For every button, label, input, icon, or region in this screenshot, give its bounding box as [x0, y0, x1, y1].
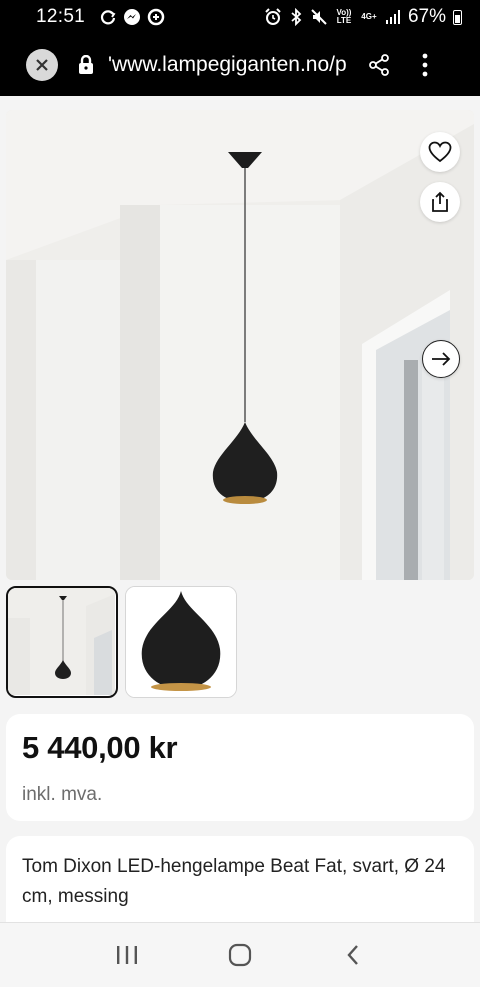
- volte-indicator: Vo)) LTE: [336, 8, 352, 25]
- battery-icon: [453, 9, 462, 25]
- status-system-icons: Vo)) LTE 4G+ 67%: [264, 6, 462, 28]
- gallery-thumbnail-2[interactable]: [125, 586, 237, 698]
- mute-icon: [311, 9, 327, 25]
- product-title-card: Tom Dixon LED-hengelampe Beat Fat, svart…: [6, 836, 474, 922]
- status-notification-icons: [99, 8, 165, 26]
- battery-percent: 67%: [407, 6, 446, 27]
- thumbnail-lamp-product: [126, 587, 236, 697]
- network-4g-indicator: 4G+: [361, 12, 377, 21]
- status-time: 12:51: [36, 6, 86, 27]
- thumbnail-room-photo: [8, 588, 115, 695]
- lamp-room-photo: [6, 110, 474, 580]
- signal-icon: [385, 10, 400, 24]
- lock-icon[interactable]: [78, 55, 94, 75]
- share-image-button[interactable]: [420, 182, 460, 222]
- gallery-thumbnail-1[interactable]: [6, 586, 118, 698]
- arrow-right-icon: [432, 352, 451, 366]
- product-price: 5 440,00 kr: [22, 730, 178, 765]
- close-icon: [36, 59, 48, 71]
- share-icon[interactable]: [368, 54, 390, 76]
- page-content: 5 440,00 kr inkl. mva. Tom Dixon LED-hen…: [0, 96, 480, 922]
- sync-icon: [101, 10, 116, 25]
- share-upload-icon: [432, 191, 448, 212]
- bluetooth-icon: [291, 8, 302, 26]
- status-bar: 12:51 Vo)) LTE 4G+ 67%: [0, 0, 480, 34]
- product-title: Tom Dixon LED-hengelampe Beat Fat, svart…: [22, 856, 446, 907]
- recents-icon: [116, 946, 137, 964]
- favorite-button[interactable]: [420, 132, 460, 172]
- system-navigation-bar: [0, 922, 480, 987]
- more-vert-icon[interactable]: [422, 53, 428, 77]
- recents-button[interactable]: [107, 935, 147, 975]
- home-button[interactable]: [220, 935, 260, 975]
- alarm-icon: [265, 8, 281, 25]
- next-image-button[interactable]: [422, 340, 460, 378]
- close-tab-button[interactable]: [26, 49, 58, 81]
- back-icon: [347, 945, 359, 965]
- url-field[interactable]: 'www.lampegiganten.no/p: [108, 53, 348, 77]
- data-saver-icon: [147, 8, 165, 26]
- messenger-icon: [124, 9, 141, 25]
- browser-url-bar: 'www.lampegiganten.no/p: [0, 34, 480, 96]
- product-image-main[interactable]: [6, 110, 474, 580]
- heart-icon: [428, 141, 452, 163]
- vat-note: inkl. mva.: [22, 784, 103, 805]
- back-button[interactable]: [333, 935, 373, 975]
- price-card: 5 440,00 kr inkl. mva.: [6, 714, 474, 821]
- home-icon: [228, 943, 252, 967]
